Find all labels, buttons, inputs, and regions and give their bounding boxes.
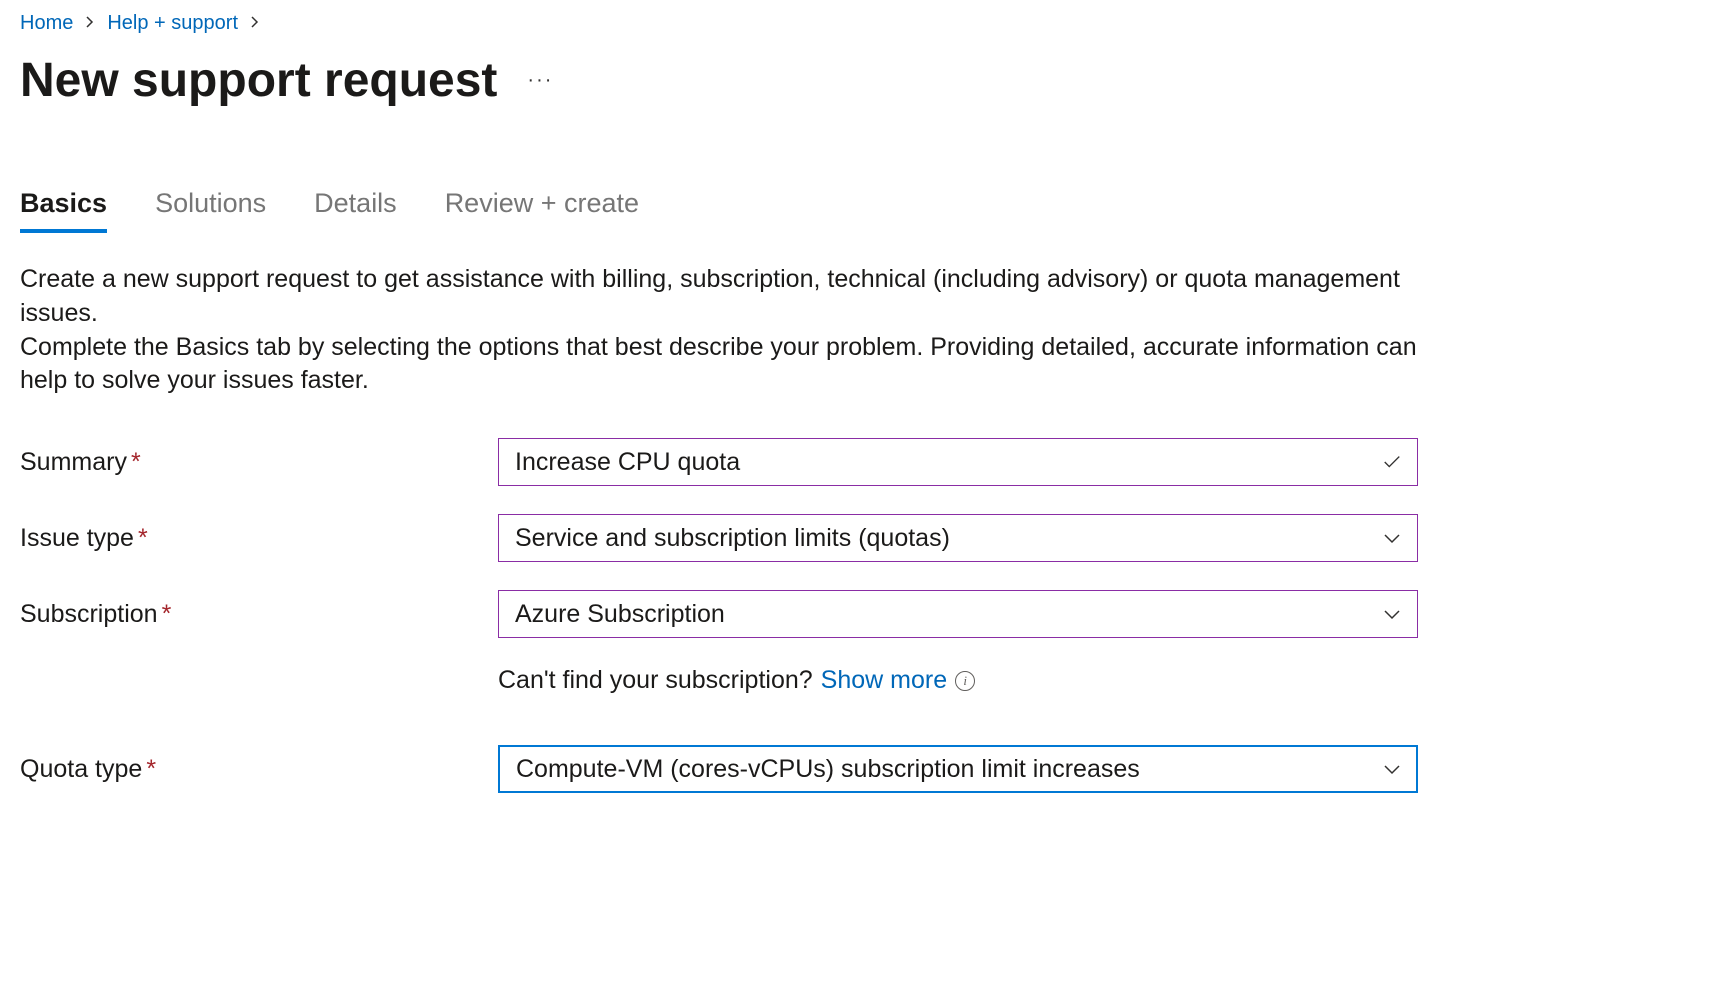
- tab-solutions[interactable]: Solutions: [155, 188, 266, 233]
- form-row-issue-type: Issue type* Service and subscription lim…: [20, 514, 1692, 562]
- info-icon[interactable]: i: [955, 671, 975, 691]
- tab-basics[interactable]: Basics: [20, 188, 107, 233]
- description-line1: Create a new support request to get assi…: [20, 263, 1420, 331]
- page-title-row: New support request ···: [20, 53, 1692, 108]
- summary-input[interactable]: Increase CPU quota: [498, 438, 1418, 486]
- breadcrumb-help-support[interactable]: Help + support: [107, 12, 238, 35]
- tabs: Basics Solutions Details Review + create: [20, 188, 1692, 233]
- subscription-label: Subscription*: [20, 600, 498, 629]
- breadcrumb: Home Help + support: [20, 12, 1692, 35]
- form-row-subscription: Subscription* Azure Subscription: [20, 590, 1692, 638]
- tab-details[interactable]: Details: [314, 188, 397, 233]
- description-text: Create a new support request to get assi…: [20, 263, 1420, 398]
- description-line2: Complete the Basics tab by selecting the…: [20, 331, 1420, 399]
- chevron-down-icon: [1382, 759, 1402, 779]
- chevron-right-icon: [250, 13, 260, 34]
- summary-label: Summary*: [20, 448, 498, 477]
- chevron-down-icon: [1382, 604, 1402, 624]
- page-title: New support request: [20, 53, 497, 108]
- issue-type-label: Issue type*: [20, 524, 498, 553]
- issue-type-select[interactable]: Service and subscription limits (quotas): [498, 514, 1418, 562]
- chevron-right-icon: [85, 13, 95, 34]
- chevron-down-icon: [1382, 528, 1402, 548]
- tab-review-create[interactable]: Review + create: [445, 188, 639, 233]
- breadcrumb-home[interactable]: Home: [20, 12, 73, 35]
- subscription-hint: Can't find your subscription? Show more …: [498, 666, 975, 695]
- form-row-quota-type: Quota type* Compute-VM (cores-vCPUs) sub…: [20, 745, 1692, 793]
- form-row-summary: Summary* Increase CPU quota: [20, 438, 1692, 486]
- subscription-hint-row: Can't find your subscription? Show more …: [20, 666, 1692, 695]
- more-actions-button[interactable]: ···: [527, 69, 553, 92]
- checkmark-icon: [1382, 452, 1402, 472]
- quota-type-select[interactable]: Compute-VM (cores-vCPUs) subscription li…: [498, 745, 1418, 793]
- quota-type-label: Quota type*: [20, 755, 498, 784]
- subscription-select[interactable]: Azure Subscription: [498, 590, 1418, 638]
- show-more-link[interactable]: Show more: [821, 666, 947, 695]
